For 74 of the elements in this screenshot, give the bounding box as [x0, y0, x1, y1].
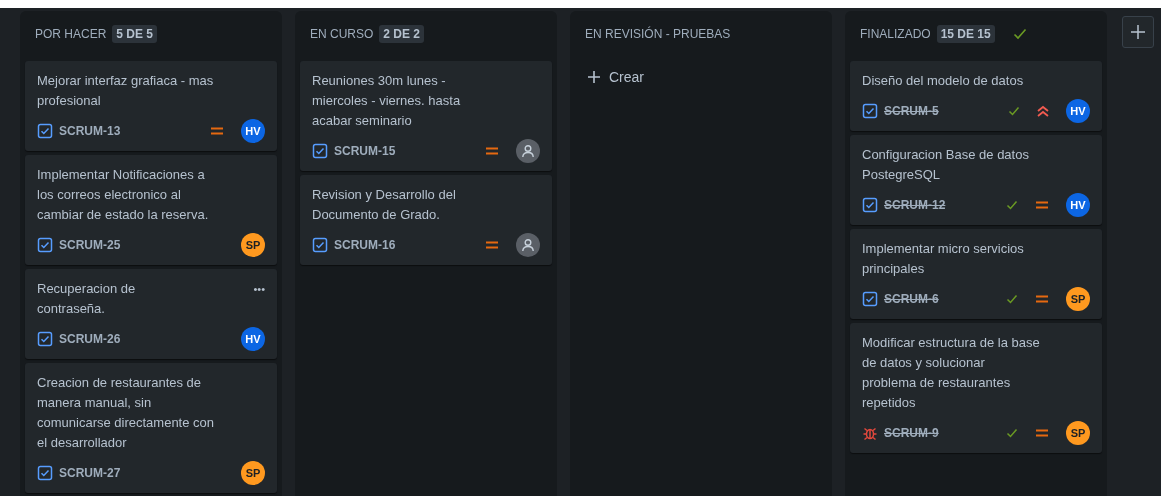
- issue-title: Reuniones 30m lunes - miercoles - viernes. hasta acabar seminario: [312, 72, 462, 130]
- issue-key[interactable]: SCRUM-12: [884, 196, 946, 214]
- issue-title: Modificar estructura de la base de datos y solucionar problema de restaurantes repetidos: [862, 334, 1041, 412]
- done-check-icon: [1006, 200, 1018, 210]
- priority-medium-icon: [1034, 428, 1050, 438]
- checkbox-icon: [862, 291, 878, 307]
- assignee-avatar[interactable]: HV: [241, 327, 265, 351]
- checkbox-icon: [312, 237, 328, 253]
- column-title: FINALIZADO: [860, 26, 931, 43]
- issue-card[interactable]: Mejorar interfaz grafiaca - mas profesional SCRUM-13 HV: [25, 61, 277, 151]
- issue-card[interactable]: Recuperacion de contraseña. ••• SCRUM-26 HV: [25, 269, 277, 359]
- issue-title: Implementar Notificaciones a los correos electronico al cambiar de estado la reserva.: [37, 166, 210, 224]
- issue-count: 5 DE 5: [112, 25, 158, 43]
- plus-icon: [1130, 24, 1146, 40]
- column-title: POR HACER: [35, 26, 107, 43]
- priority-medium-icon: [1034, 200, 1050, 210]
- bug-icon: [862, 425, 878, 441]
- issue-title: Implementar micro servicios principales: [862, 240, 1025, 278]
- issue-title: Revision y Desarrollo del Documento de Grado.: [312, 186, 457, 224]
- done-check-icon: [1006, 294, 1018, 304]
- checkbox-icon: [37, 465, 53, 481]
- unassigned-avatar-icon[interactable]: [516, 233, 540, 257]
- checkbox-icon: [37, 123, 53, 139]
- assignee-avatar[interactable]: SP: [241, 233, 265, 257]
- issue-card[interactable]: Implementar micro servicios principales SCRUM-6 SP: [850, 229, 1102, 319]
- checkbox-icon: [37, 237, 53, 253]
- issue-count: 2 DE 2: [379, 25, 425, 43]
- issue-key[interactable]: SCRUM-5: [884, 102, 939, 120]
- priority-medium-icon: [209, 126, 225, 136]
- column-title: EN CURSO: [310, 26, 374, 43]
- issue-card[interactable]: Configuracion Base de datos PostegreSQL SCRUM-12 HV: [850, 135, 1102, 225]
- plus-icon: [587, 70, 601, 84]
- column-title: EN REVISIÓN - PRUEBAS: [585, 25, 731, 43]
- issue-card[interactable]: Reuniones 30m lunes - miercoles - viernes. hasta acabar seminario SCRUM-15: [300, 61, 552, 171]
- assignee-avatar[interactable]: SP: [1066, 421, 1090, 445]
- checkbox-icon: [862, 197, 878, 213]
- more-button[interactable]: •••: [253, 279, 265, 299]
- issue-key[interactable]: SCRUM-9: [884, 424, 939, 442]
- issue-title: Recuperacion de contraseña.: [37, 280, 137, 318]
- assignee-avatar[interactable]: SP: [1066, 287, 1090, 311]
- issue-card[interactable]: Modificar estructura de la base de datos y solucionar problema de restaurantes repetidos SCRUM-9 SP: [850, 323, 1102, 453]
- issue-key[interactable]: SCRUM-25: [59, 236, 121, 254]
- assignee-avatar[interactable]: HV: [1066, 99, 1090, 123]
- issue-key[interactable]: SCRUM-6: [884, 290, 939, 308]
- issue-card[interactable]: Diseño del modelo de datos SCRUM-5 HV: [850, 61, 1102, 131]
- check-icon: [1012, 28, 1027, 40]
- done-check-icon: [1008, 106, 1020, 116]
- issue-count: 15 DE 15: [936, 25, 995, 43]
- issue-key[interactable]: SCRUM-27: [59, 464, 121, 482]
- issue-title: Creacion de restaurantes de manera manual, sin comunicarse directamente con el desarrollador: [37, 374, 216, 452]
- assignee-avatar[interactable]: HV: [241, 119, 265, 143]
- issue-title: Diseño del modelo de datos: [862, 72, 1025, 90]
- checkbox-icon: [312, 143, 328, 159]
- done-check-icon: [1006, 428, 1018, 438]
- issue-key[interactable]: SCRUM-15: [334, 142, 396, 160]
- issue-key[interactable]: SCRUM-16: [334, 236, 396, 254]
- issue-key[interactable]: SCRUM-13: [59, 122, 121, 140]
- checkbox-icon: [862, 103, 878, 119]
- priority-medium-icon: [1034, 294, 1050, 304]
- assignee-avatar[interactable]: SP: [241, 461, 265, 485]
- priority-medium-icon: [484, 240, 500, 250]
- issue-card[interactable]: Implementar Notificaciones a los correos electronico al cambiar de estado la reserva. SCRUM-25 SP: [25, 155, 277, 265]
- assignee-avatar[interactable]: HV: [1066, 193, 1090, 217]
- issue-title: Configuracion Base de datos PostegreSQL: [862, 146, 1030, 184]
- issue-card[interactable]: Creacion de restaurantes de manera manual, sin comunicarse directamente con el desarrollador SCRUM-27 SP: [25, 363, 277, 493]
- checkbox-icon: [37, 331, 53, 347]
- issue-title: Mejorar interfaz grafiaca - mas profesional: [37, 72, 215, 110]
- issue-card[interactable]: Revision y Desarrollo del Documento de Grado. SCRUM-16: [300, 175, 552, 265]
- add-column-button[interactable]: [1122, 16, 1154, 48]
- issue-key[interactable]: SCRUM-26: [59, 330, 121, 348]
- priority-medium-icon: [484, 146, 500, 156]
- unassigned-avatar-icon[interactable]: [516, 139, 540, 163]
- create-button[interactable]: Crear: [575, 61, 656, 93]
- priority-high-icon: [1036, 105, 1050, 117]
